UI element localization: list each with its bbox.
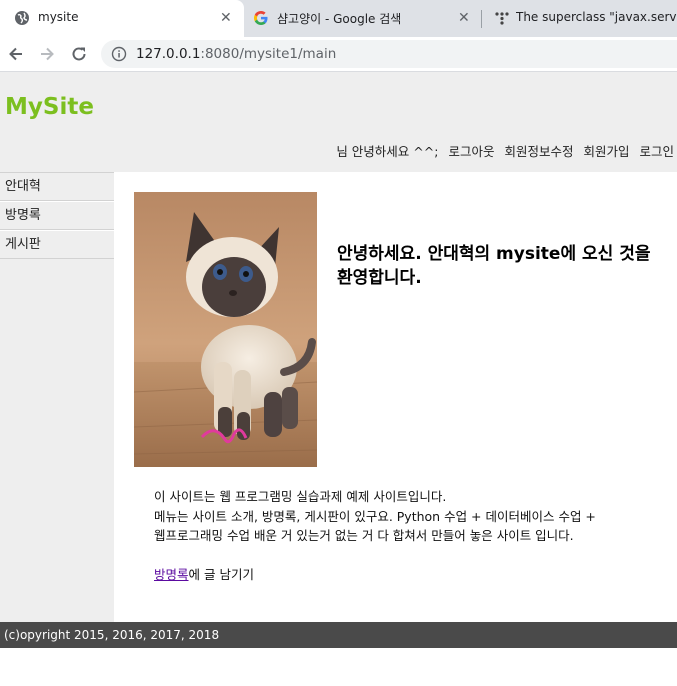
site-footer: (c)opyright 2015, 2016, 2017, 2018 bbox=[0, 622, 677, 648]
close-icon[interactable]: ✕ bbox=[220, 10, 232, 26]
stackoverflow-dots-icon bbox=[495, 12, 509, 25]
top-navigation: 님 안녕하세요 ^^; 로그아웃 회원정보수정 회원가입 로그인 bbox=[326, 141, 674, 160]
greeting-text: 님 안녕하세요 ^^; bbox=[336, 144, 439, 159]
guestbook-suffix: 에 글 남기기 bbox=[188, 567, 254, 582]
web-page: MySite 님 안녕하세요 ^^; 로그아웃 회원정보수정 회원가입 로그인 … bbox=[0, 72, 677, 686]
siamese-cat-photo bbox=[134, 192, 317, 467]
url-path: :8080/mysite1/main bbox=[200, 46, 337, 62]
guestbook-link[interactable]: 방명록 bbox=[154, 567, 189, 582]
tab-mysite[interactable]: mysite ✕ bbox=[0, 0, 244, 37]
sidebar-item-about[interactable]: 안대혁 bbox=[0, 172, 114, 201]
browser-tab-bar: mysite ✕ 샴고양이 - Google 검색 ✕ The supercla… bbox=[0, 0, 677, 37]
welcome-heading: 안녕하세요. 안대혁의 mysite에 오신 것을 환영합니다. bbox=[337, 244, 651, 288]
main-content: 안녕하세요. 안대혁의 mysite에 오신 것을 환영합니다. 이 사이트는 … bbox=[114, 172, 677, 622]
close-icon[interactable]: ✕ bbox=[458, 10, 470, 26]
sidebar-item-board[interactable]: 게시판 bbox=[0, 230, 114, 259]
address-bar[interactable]: 127.0.0.1:8080/mysite1/main bbox=[101, 40, 677, 68]
description-line: 이 사이트는 웹 프로그램밍 실습과제 예제 사이트입니다. bbox=[154, 489, 447, 504]
guestbook-prompt: 방명록에 글 남기기 bbox=[154, 564, 254, 583]
signup-link[interactable]: 회원가입 bbox=[583, 141, 629, 160]
tab-separator bbox=[481, 10, 482, 28]
description-line: 웹프로그래밍 수업 배운 거 있는거 없는 거 다 합쳐서 만들어 놓은 사이트… bbox=[154, 528, 574, 543]
site-logo[interactable]: MySite bbox=[5, 94, 94, 120]
description-line: 메뉴는 사이트 소개, 방명록, 게시판이 있구요. Python 수업 + 데… bbox=[154, 508, 596, 524]
forward-arrow-icon[interactable] bbox=[37, 44, 57, 64]
back-arrow-icon[interactable] bbox=[6, 44, 26, 64]
tab-google-search[interactable]: 샴고양이 - Google 검색 ✕ bbox=[244, 0, 480, 37]
tab-title: 샴고양이 - Google 검색 bbox=[277, 12, 402, 26]
info-icon[interactable] bbox=[111, 46, 127, 62]
tab-title: mysite bbox=[38, 10, 79, 24]
globe-icon bbox=[15, 11, 29, 25]
tab-title: The superclass "javax.servlet.h bbox=[516, 10, 677, 24]
logout-link[interactable]: 로그아웃 bbox=[448, 141, 494, 160]
sidebar-item-guestbook[interactable]: 방명록 bbox=[0, 201, 114, 230]
browser-toolbar: 127.0.0.1:8080/mysite1/main bbox=[0, 37, 677, 72]
url-host: 127.0.0.1 bbox=[136, 46, 201, 62]
url-text[interactable]: 127.0.0.1:8080/mysite1/main bbox=[136, 46, 336, 62]
sidebar: 안대혁 방명록 게시판 bbox=[0, 172, 114, 622]
login-link[interactable]: 로그인 bbox=[639, 141, 674, 160]
site-description: 이 사이트는 웹 프로그램밍 실습과제 예제 사이트입니다. 메뉴는 사이트 소… bbox=[154, 487, 654, 546]
reload-icon[interactable] bbox=[69, 44, 89, 64]
edit-profile-link[interactable]: 회원정보수정 bbox=[504, 141, 573, 160]
site-header: MySite 님 안녕하세요 ^^; 로그아웃 회원정보수정 회원가입 로그인 bbox=[0, 72, 677, 172]
tab-superclass[interactable]: The superclass "javax.servlet.h bbox=[484, 0, 677, 37]
google-icon bbox=[254, 11, 268, 25]
